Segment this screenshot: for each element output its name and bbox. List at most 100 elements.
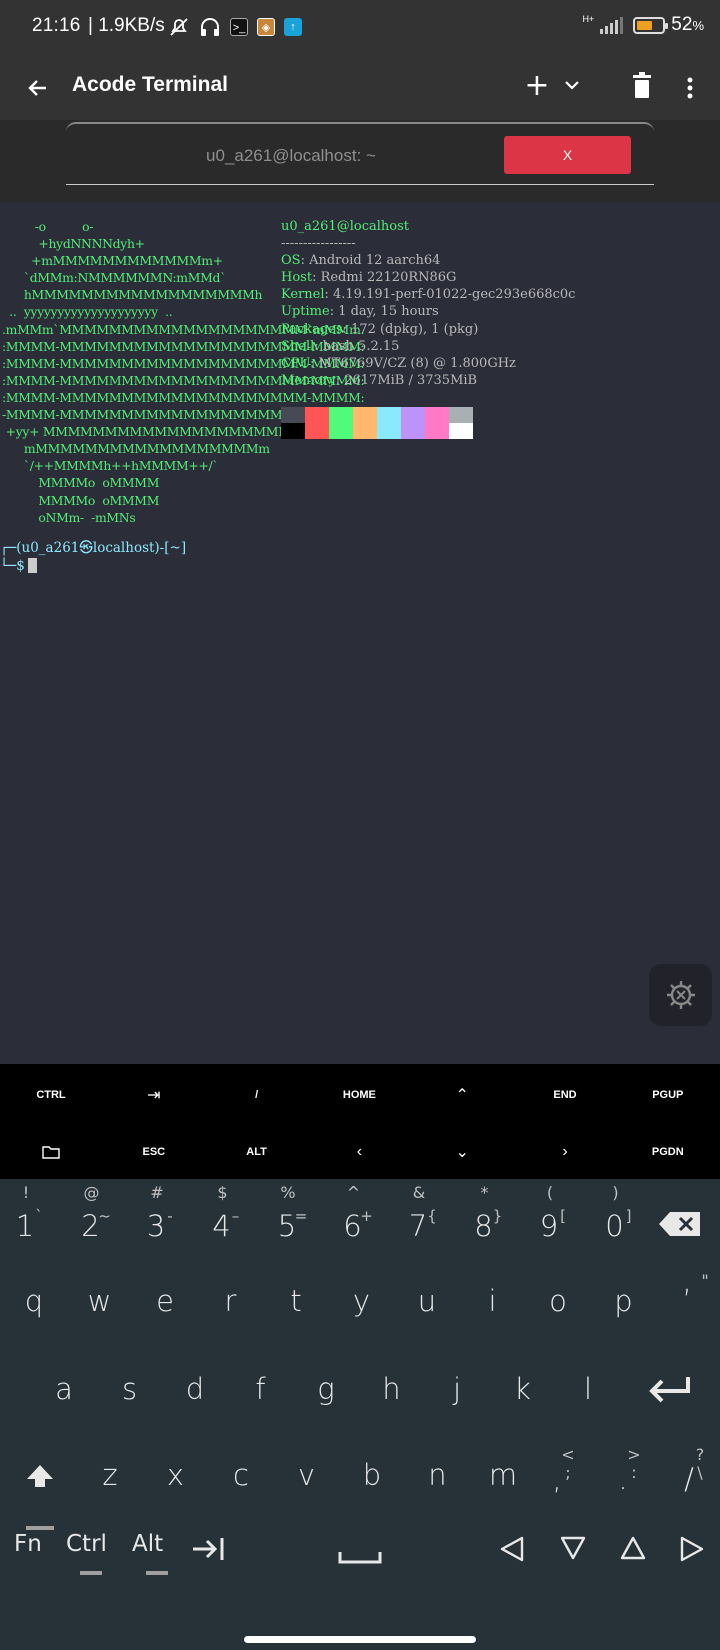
key-r[interactable]: r <box>209 1271 253 1331</box>
arrow-up-icon[interactable] <box>616 1531 650 1567</box>
key-x[interactable]: x <box>154 1445 198 1505</box>
palette-swatch <box>425 407 449 423</box>
palette-swatch <box>401 423 425 439</box>
shift-icon[interactable] <box>20 1447 60 1507</box>
session-tab-label[interactable]: u0_a261@localhost: ~ <box>66 146 516 166</box>
key-k[interactable]: k <box>501 1359 545 1419</box>
key-u[interactable]: u <box>405 1271 449 1331</box>
down-key[interactable]: ⌄ <box>411 1125 513 1179</box>
enter-icon[interactable] <box>640 1365 700 1413</box>
key-n[interactable]: n <box>416 1445 460 1505</box>
close-session-button[interactable]: X <box>504 136 631 174</box>
key-c[interactable]: c <box>219 1445 263 1505</box>
text-cursor <box>27 558 37 573</box>
info-row: OS: Android 12 aarch64 <box>281 252 575 269</box>
palette-swatch <box>281 423 305 439</box>
back-arrow-icon[interactable] <box>22 72 54 104</box>
prompt-input-line[interactable]: └─$ <box>0 558 37 575</box>
up-key[interactable]: ⌃ <box>411 1068 513 1122</box>
key-p[interactable]: p <box>602 1271 646 1331</box>
signal-icon <box>600 16 624 34</box>
key-punct[interactable]: / <box>674 1451 704 1507</box>
palette-swatch <box>377 423 401 439</box>
key-hint: # <box>150 1183 164 1202</box>
battery-percent: 52% <box>671 14 704 35</box>
key-z[interactable]: z <box>88 1445 132 1505</box>
key-m[interactable]: m <box>481 1445 525 1505</box>
system-info: u0_a261@localhost ----------------- OS: … <box>281 218 575 389</box>
backspace-icon[interactable] <box>652 1201 708 1247</box>
app-notification-icon: ◈ <box>257 18 275 36</box>
tab-key[interactable]: ⇥ <box>103 1068 205 1122</box>
slash-key[interactable]: / <box>206 1068 308 1122</box>
arrow-left-icon[interactable] <box>496 1531 530 1567</box>
key-sub: } <box>492 1207 503 1225</box>
key-y[interactable]: y <box>340 1271 384 1331</box>
key-o[interactable]: o <box>536 1271 580 1331</box>
key-q[interactable]: q <box>12 1271 56 1331</box>
pgdn-key[interactable]: PGDN <box>617 1125 719 1179</box>
pgup-key[interactable]: PGUP <box>617 1068 719 1122</box>
prompt-line: ┌─(u0_a261㉿localhost)-[~] <box>0 540 187 556</box>
palette-swatch <box>305 407 329 423</box>
trash-icon[interactable] <box>628 72 656 104</box>
key-punct[interactable]: , <box>542 1451 572 1507</box>
info-key: OS <box>281 253 301 269</box>
key-alt[interactable]: Alt <box>132 1531 163 1557</box>
key-j[interactable]: j <box>435 1359 479 1419</box>
key-ctrl[interactable]: Ctrl <box>66 1531 107 1557</box>
palette-swatch <box>449 423 473 439</box>
info-key: Packages <box>281 321 343 337</box>
info-row: Kernel: 4.19.191-perf-01022-gec293e668c0… <box>281 286 575 303</box>
key-b[interactable]: b <box>350 1445 394 1505</box>
more-vertical-icon[interactable] <box>678 70 702 106</box>
key-fn[interactable]: Fn <box>14 1531 42 1557</box>
home-key[interactable]: HOME <box>308 1068 410 1122</box>
right-key[interactable]: › <box>514 1125 616 1179</box>
app-bar: Acode Terminal + <box>0 56 720 120</box>
key-t[interactable]: t <box>274 1271 318 1331</box>
key-i[interactable]: i <box>471 1271 515 1331</box>
info-value: : 2617MiB / 3735MiB <box>335 372 478 388</box>
key-sub: = <box>294 1207 308 1225</box>
key-l[interactable]: l <box>566 1359 610 1419</box>
user-host: u0_a261@localhost <box>281 219 409 234</box>
key-hint: % <box>280 1183 296 1202</box>
tab-key-icon[interactable] <box>188 1531 228 1567</box>
key-g[interactable]: g <box>304 1359 348 1419</box>
info-row: CPU: MT6769V/CZ (8) @ 1.800GHz <box>281 355 575 372</box>
status-icons: >_ ◈ ↑ <box>168 16 302 38</box>
alt-key[interactable]: ALT <box>206 1125 308 1179</box>
plus-icon[interactable]: + <box>522 66 552 106</box>
folder-icon[interactable] <box>0 1125 102 1179</box>
key-s[interactable]: s <box>108 1359 152 1419</box>
mod-indicator <box>146 1571 168 1575</box>
arrow-right-icon[interactable] <box>676 1531 710 1567</box>
key-d[interactable]: d <box>173 1359 217 1419</box>
key-punct[interactable]: . <box>608 1451 638 1507</box>
key-h[interactable]: h <box>370 1359 414 1419</box>
key-f[interactable]: f <box>239 1359 283 1419</box>
color-palette <box>281 407 473 439</box>
settings-gear-icon[interactable] <box>649 964 712 1026</box>
key-hint: ! <box>22 1183 30 1202</box>
separator: ----------------- <box>281 236 356 252</box>
arrow-down-icon[interactable] <box>556 1531 590 1567</box>
key-sub: [ <box>560 1207 566 1225</box>
info-row: Memory: 2617MiB / 3735MiB <box>281 372 575 389</box>
ctrl-key[interactable]: CTRL <box>0 1068 102 1122</box>
key-e[interactable]: e <box>143 1271 187 1331</box>
esc-key[interactable]: ESC <box>103 1125 205 1179</box>
space-icon[interactable] <box>300 1529 420 1579</box>
end-key[interactable]: END <box>514 1068 616 1122</box>
chevron-down-icon[interactable] <box>560 70 584 100</box>
key-quote[interactable]: ’ <box>672 1275 702 1325</box>
key-v[interactable]: v <box>285 1445 329 1505</box>
key-hint: $ <box>217 1183 228 1202</box>
home-indicator[interactable] <box>244 1636 476 1643</box>
key-w[interactable]: w <box>78 1271 122 1331</box>
upload-icon: ↑ <box>284 18 302 36</box>
key-a[interactable]: a <box>42 1359 86 1419</box>
terminal-output[interactable]: -o o- +hydNNNNdyh+ +mMMMMMMMMMMMMm+ `dMM… <box>0 202 720 1064</box>
left-key[interactable]: ‹ <box>308 1125 410 1179</box>
